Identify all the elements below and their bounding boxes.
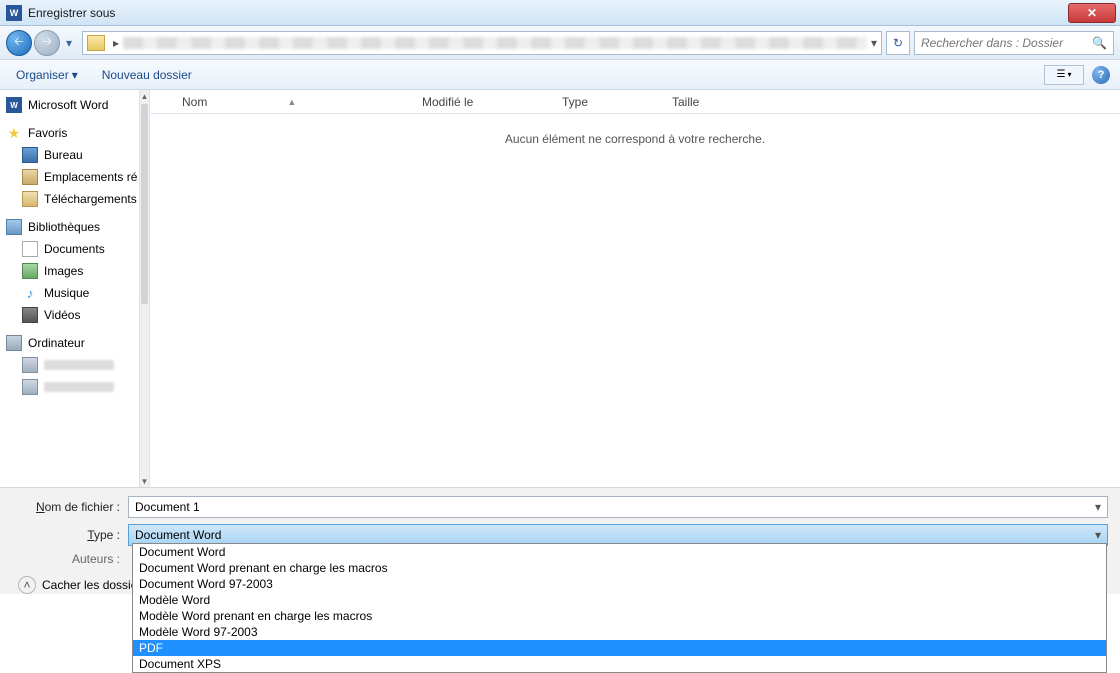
view-icon: ☰ [1057,69,1066,80]
empty-message: Aucun élément ne correspond à votre rech… [150,114,1120,487]
type-option[interactable]: Document XPS [133,656,1106,672]
word-app-icon: W [6,5,22,21]
type-option[interactable]: PDF [133,640,1106,656]
drive-label-blurred [44,382,114,392]
column-type[interactable]: Type [554,95,664,109]
scroll-thumb[interactable] [141,104,148,304]
path-blurred [123,37,867,49]
folder-icon [87,35,105,51]
file-pane: Nom▲ Modifié le Type Taille Aucun élémen… [150,90,1120,487]
sidebar-item-drive-1[interactable] [0,354,149,376]
videos-icon [22,307,38,323]
sidebar-item-desktop[interactable]: Bureau [0,144,149,166]
chevron-down-icon: ▾ [72,68,78,82]
filename-field[interactable]: Document 1▾ [128,496,1108,518]
downloads-icon [22,191,38,207]
address-dropdown-icon[interactable]: ▾ [871,36,877,50]
type-option[interactable]: Modèle Word prenant en charge les macros [133,608,1106,624]
toggle-folders-button[interactable]: ˄ [18,576,36,594]
organize-button[interactable]: Organiser▾ [10,64,84,86]
document-icon [22,241,38,257]
close-button[interactable]: ✕ [1068,3,1116,23]
type-option[interactable]: Modèle Word [133,592,1106,608]
word-icon: W [6,97,22,113]
sidebar-item-documents[interactable]: Documents [0,238,149,260]
sidebar-scrollbar[interactable]: ▲ ▼ [139,90,149,487]
address-bar[interactable]: ▸ ▾ [82,31,882,55]
back-button[interactable]: 🡠 [6,30,32,56]
nav-history-dropdown[interactable]: ▾ [62,32,76,54]
sidebar-section-favorites[interactable]: ★Favoris [0,122,149,144]
drive-label-blurred [44,360,114,370]
chevron-down-icon[interactable]: ▾ [1095,500,1101,514]
drive-icon [22,379,38,395]
recent-icon [22,169,38,185]
type-label: Type : [12,528,128,542]
sidebar-section-computer[interactable]: Ordinateur [0,332,149,354]
chevron-down-icon[interactable]: ▾ [1095,528,1101,542]
type-option[interactable]: Document Word 97-2003 [133,576,1106,592]
column-name[interactable]: Nom▲ [174,95,414,109]
search-box[interactable]: 🔍 [914,31,1114,55]
sidebar-item-word[interactable]: WMicrosoft Word [0,94,149,116]
type-option[interactable]: Document Word [133,544,1106,560]
column-modified[interactable]: Modifié le [414,95,554,109]
titlebar: W Enregistrer sous ✕ [0,0,1120,26]
sidebar-item-music[interactable]: ♪Musique [0,282,149,304]
filename-label: Nom de fichier : [12,500,128,514]
path-separator-icon: ▸ [113,36,119,50]
new-folder-button[interactable]: Nouveau dossier [96,64,198,86]
search-input[interactable] [921,36,1092,50]
sidebar-item-downloads[interactable]: Téléchargements [0,188,149,210]
star-icon: ★ [6,125,22,141]
sidebar: WMicrosoft Word ★Favoris Bureau Emplacem… [0,90,150,487]
view-options-button[interactable]: ☰▾ [1044,65,1084,85]
sidebar-section-libraries[interactable]: Bibliothèques [0,216,149,238]
computer-icon [6,335,22,351]
nav-bar: 🡠 🡢 ▾ ▸ ▾ ↻ 🔍 [0,26,1120,60]
hide-folders-label[interactable]: Cacher les dossier [42,578,141,592]
sidebar-item-drive-2[interactable] [0,376,149,398]
search-icon: 🔍 [1092,36,1107,50]
images-icon [22,263,38,279]
desktop-icon [22,147,38,163]
refresh-button[interactable]: ↻ [886,31,910,55]
column-size[interactable]: Taille [664,95,744,109]
sidebar-item-recent[interactable]: Emplacements ré [0,166,149,188]
toolbar: Organiser▾ Nouveau dossier ☰▾ ? [0,60,1120,90]
sidebar-item-videos[interactable]: Vidéos [0,304,149,326]
scroll-up-icon[interactable]: ▲ [140,90,149,102]
music-icon: ♪ [22,285,38,301]
sidebar-item-images[interactable]: Images [0,260,149,282]
forward-button[interactable]: 🡢 [34,30,60,56]
libraries-icon [6,219,22,235]
drive-icon [22,357,38,373]
window-title: Enregistrer sous [28,6,115,20]
scroll-down-icon[interactable]: ▼ [140,475,149,487]
type-option[interactable]: Document Word prenant en charge les macr… [133,560,1106,576]
authors-label: Auteurs : [12,552,128,566]
type-dropdown-list[interactable]: Document WordDocument Word prenant en ch… [132,543,1107,673]
help-button[interactable]: ? [1092,66,1110,84]
sort-indicator-icon: ▲ [287,97,296,107]
column-headers: Nom▲ Modifié le Type Taille [150,90,1120,114]
type-option[interactable]: Modèle Word 97-2003 [133,624,1106,640]
